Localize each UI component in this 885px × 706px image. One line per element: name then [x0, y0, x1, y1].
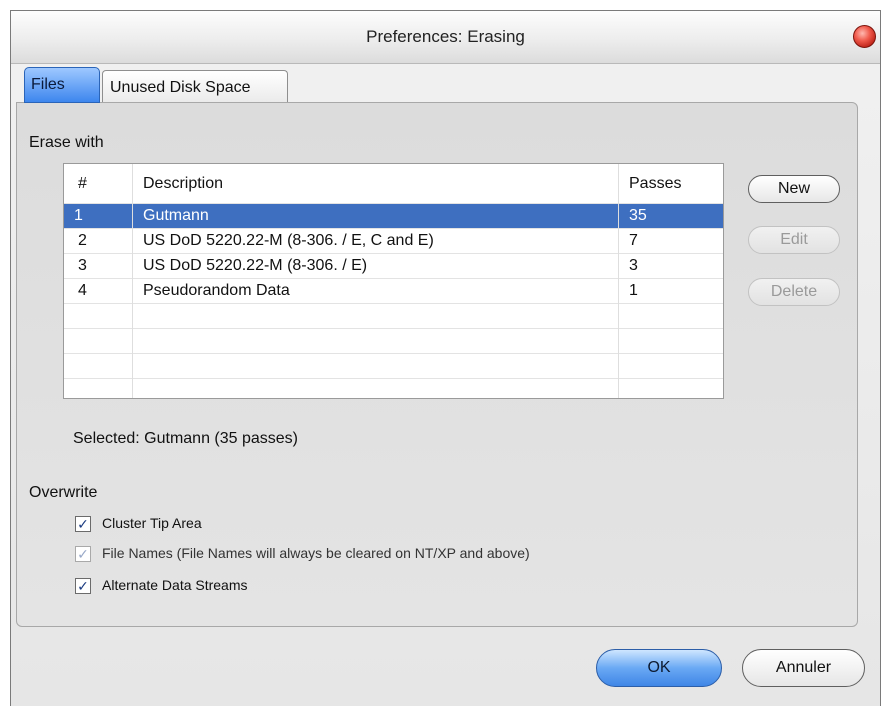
- column-header-description[interactable]: Description: [143, 164, 223, 203]
- edit-button[interactable]: Edit: [748, 226, 840, 254]
- erase-with-heading: Erase with: [29, 134, 104, 151]
- file-names-label: File Names (File Names will always be cl…: [102, 545, 530, 561]
- table-row-empty: [64, 378, 723, 398]
- new-button[interactable]: New: [748, 175, 840, 203]
- column-header-passes[interactable]: Passes: [629, 164, 681, 203]
- column-header-number[interactable]: #: [78, 164, 87, 203]
- table-row[interactable]: 1 Gutmann 35: [64, 203, 723, 229]
- erase-methods-table: # Description Passes 1 Gutmann 35 2 US D…: [63, 163, 724, 399]
- cell-description: Pseudorandom Data: [143, 282, 290, 299]
- table-row-empty: [64, 303, 723, 329]
- tab-files[interactable]: Files: [24, 67, 100, 103]
- cluster-tip-checkbox[interactable]: ✓: [75, 516, 91, 532]
- cell-passes: 3: [629, 257, 638, 274]
- delete-button[interactable]: Delete: [748, 278, 840, 306]
- cell-description: US DoD 5220.22-M (8-306. / E, C and E): [143, 232, 434, 249]
- title-bar[interactable]: Preferences: Erasing: [11, 11, 880, 64]
- cell-description: US DoD 5220.22-M (8-306. / E): [143, 257, 368, 274]
- cell-number: 4: [78, 282, 87, 299]
- file-names-checkbox: ✓: [75, 546, 91, 562]
- table-row[interactable]: 4 Pseudorandom Data 1: [64, 278, 723, 304]
- overwrite-heading: Overwrite: [29, 484, 98, 501]
- alternate-data-streams-checkbox[interactable]: ✓: [75, 578, 91, 594]
- cell-number: 3: [78, 257, 87, 274]
- table-header: # Description Passes: [64, 164, 723, 203]
- selected-method-text: Selected: Gutmann (35 passes): [73, 430, 299, 447]
- cell-number: 2: [78, 232, 87, 249]
- cell-number: 1: [74, 207, 83, 224]
- table-row-empty: [64, 328, 723, 354]
- cluster-tip-label: Cluster Tip Area: [102, 515, 202, 531]
- window-title: Preferences: Erasing: [366, 27, 525, 46]
- tab-unused-disk-space[interactable]: Unused Disk Space: [102, 70, 288, 103]
- cell-passes: 7: [629, 232, 638, 249]
- cell-passes: 35: [629, 207, 647, 224]
- table-row-empty: [64, 353, 723, 379]
- column-divider: [132, 164, 133, 398]
- cell-description: Gutmann: [143, 207, 209, 224]
- alternate-data-streams-label: Alternate Data Streams: [102, 577, 248, 593]
- cell-passes: 1: [629, 282, 638, 299]
- cancel-button[interactable]: Annuler: [742, 649, 865, 687]
- table-row[interactable]: 3 US DoD 5220.22-M (8-306. / E) 3: [64, 253, 723, 279]
- close-icon[interactable]: [853, 25, 876, 48]
- table-row[interactable]: 2 US DoD 5220.22-M (8-306. / E, C and E)…: [64, 228, 723, 254]
- ok-button[interactable]: OK: [596, 649, 722, 687]
- column-divider: [618, 164, 619, 398]
